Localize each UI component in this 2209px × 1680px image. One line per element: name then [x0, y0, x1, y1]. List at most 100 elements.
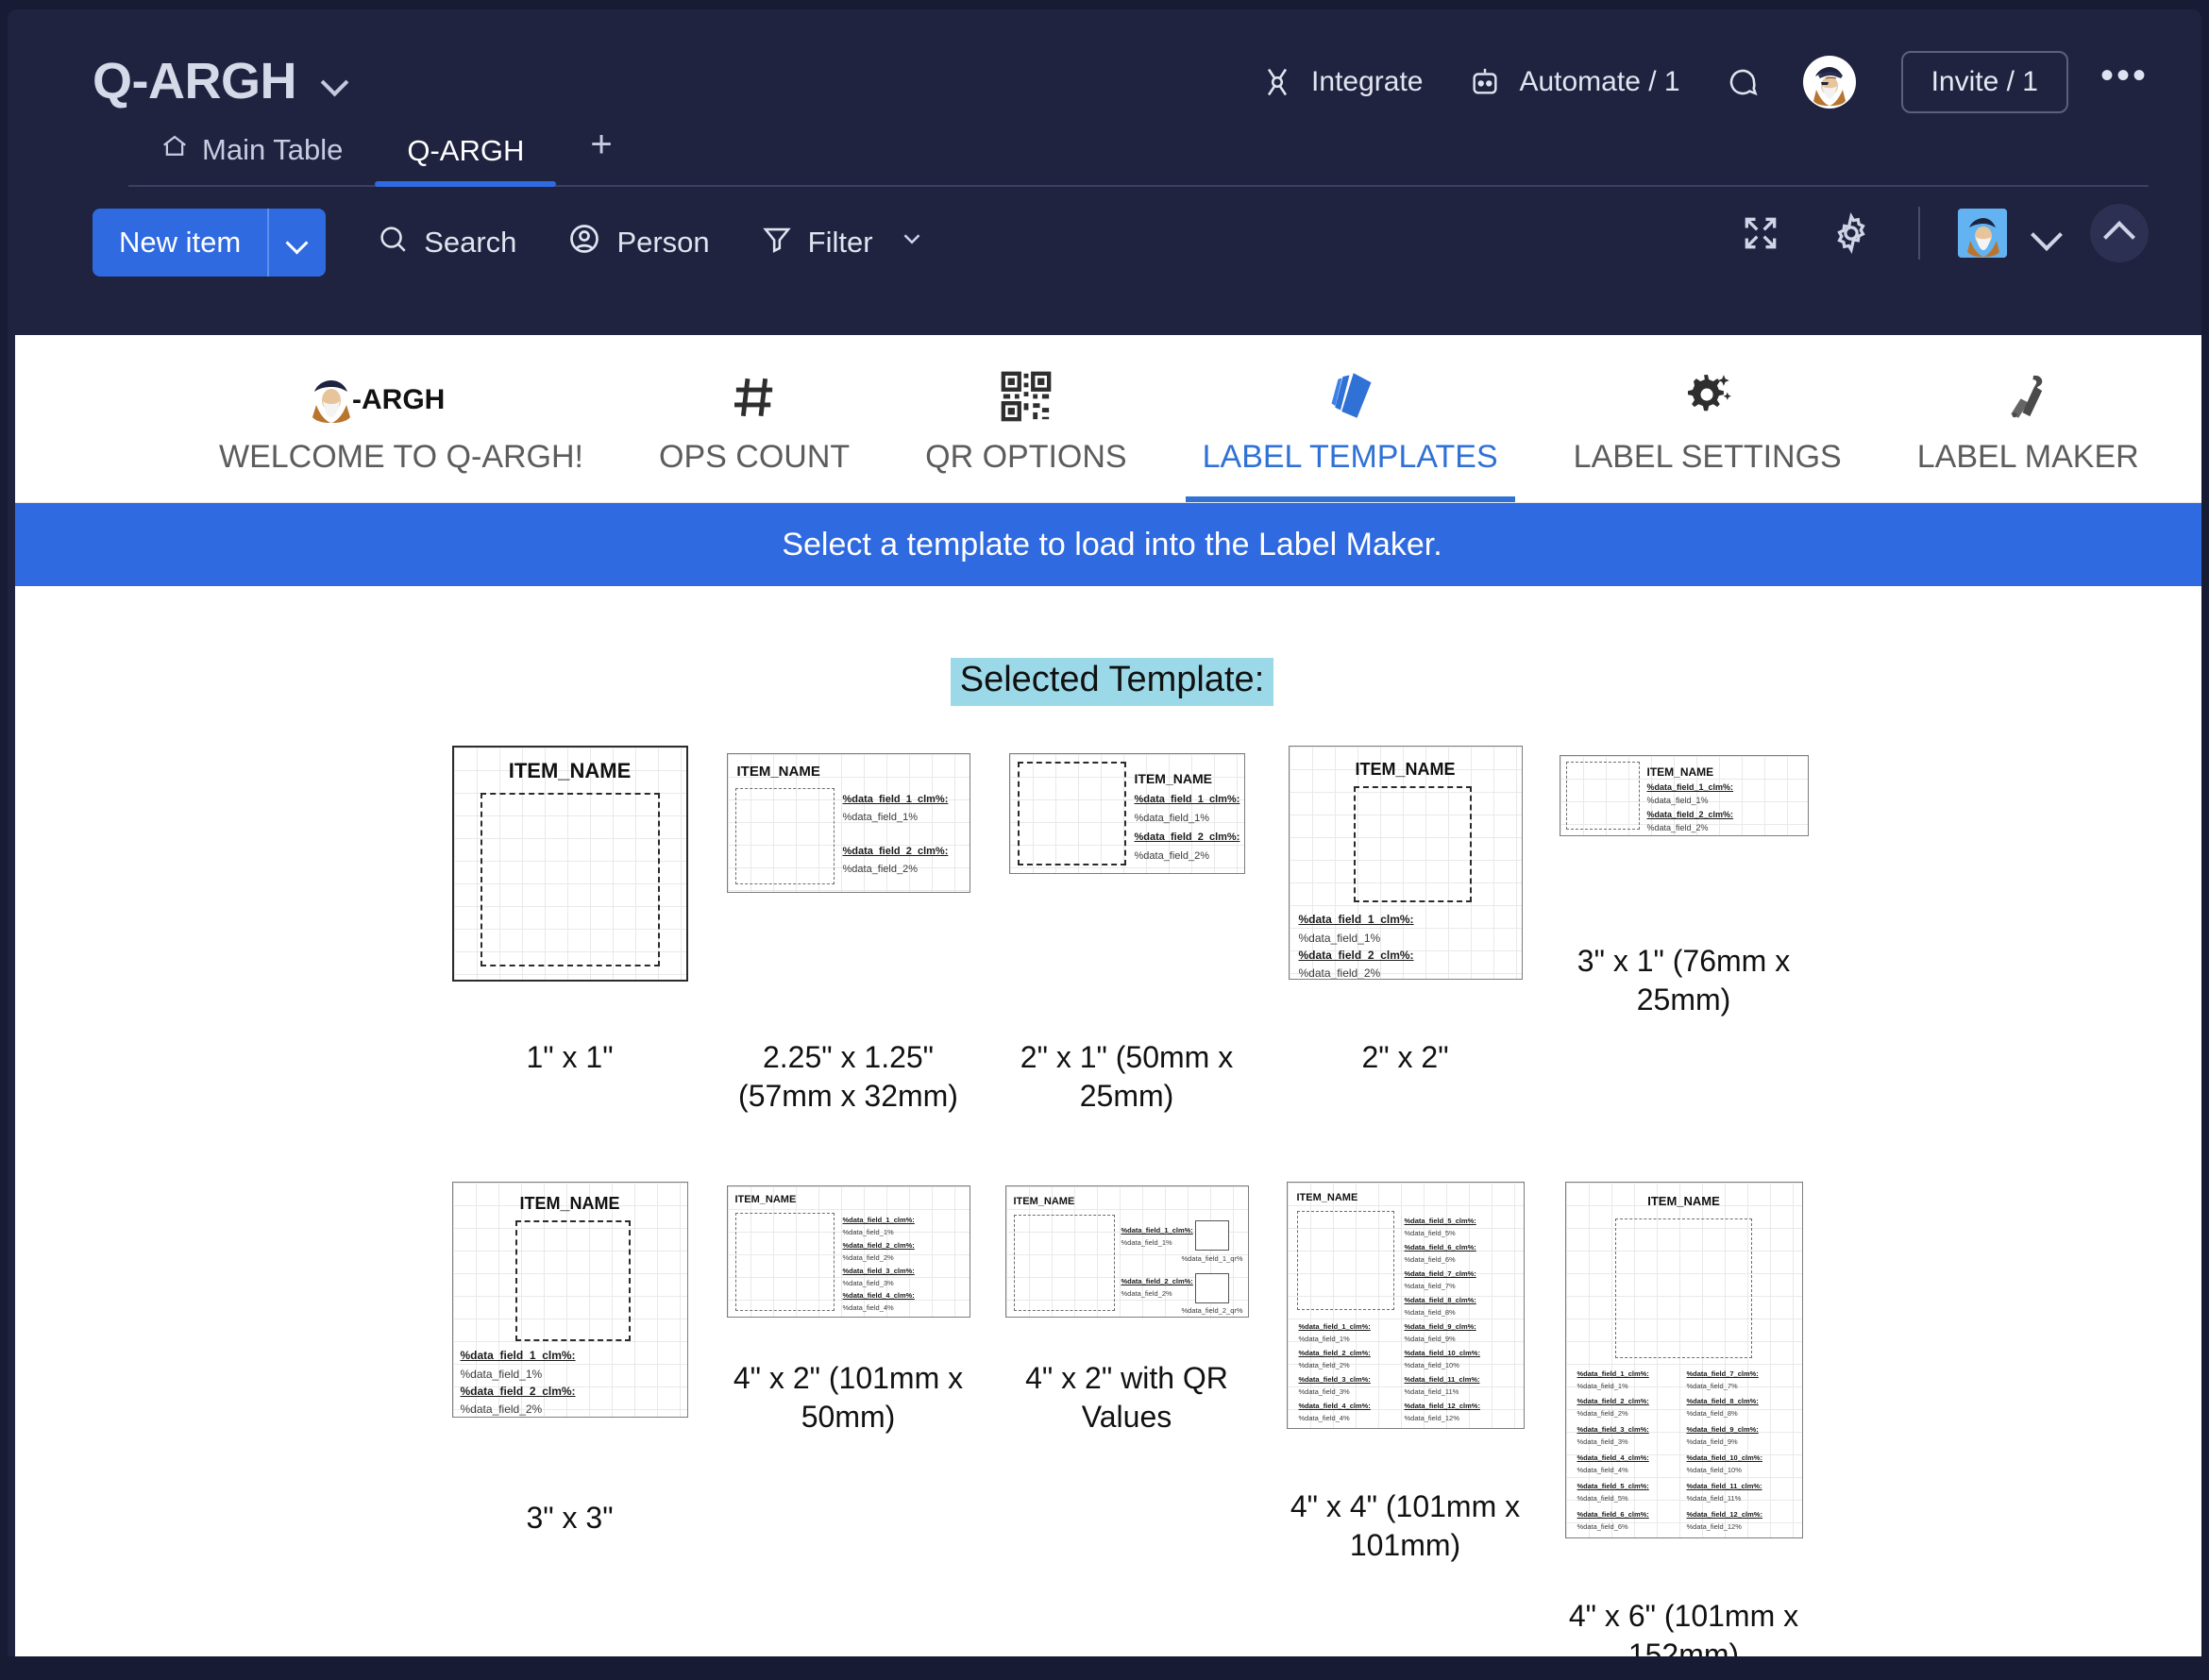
gear-icon[interactable] — [1828, 210, 1875, 257]
label-preview-4x6[interactable]: ITEM_NAME %data_field_1_clm%: %data_fiel… — [1564, 1181, 1803, 1538]
invite-button[interactable]: Invite / 1 — [1900, 51, 2068, 113]
template-thumb-holder: ITEM_NAME %data_field_1_clm%: %data_fiel… — [1544, 1181, 1823, 1538]
qr-value-label: %data_field_1_qr% — [1181, 1253, 1243, 1263]
field-key: %data_field_1_clm%: — [1646, 782, 1734, 792]
user-avatar[interactable] — [1958, 209, 2007, 258]
qr-placeholder — [734, 788, 835, 884]
chevron-down-icon — [287, 232, 308, 253]
template-card-2x1[interactable]: ITEM_NAME %data_field_1_clm%: %data_fiel… — [987, 746, 1266, 1116]
chat-button[interactable] — [1724, 63, 1762, 101]
qr-placeholder — [734, 1212, 835, 1311]
template-card-4x4[interactable]: ITEM_NAME %data_field_5_clm%: %data_fiel… — [1266, 1181, 1544, 1565]
selected-template-row: Selected Template: — [15, 658, 2201, 706]
window-bottom-strip — [0, 1656, 2209, 1680]
label-preview-2x1[interactable]: ITEM_NAME %data_field_1_clm%: %data_fiel… — [1008, 753, 1245, 874]
template-card-4x2-qr-values[interactable]: ITEM_NAME %data_field_1_clm%: %data_fiel… — [987, 1182, 1266, 1436]
label-preview-4x2-qr[interactable]: ITEM_NAME %data_field_1_clm%: %data_fiel… — [1004, 1184, 1249, 1318]
field-value: %data_field_1% — [1298, 1334, 1350, 1343]
field-value: %data_field_12% — [1404, 1413, 1459, 1422]
field-value: %data_field_2% — [842, 864, 919, 875]
tab-label-maker[interactable]: LABEL MAKER — [1880, 335, 2177, 502]
template-card-2x2[interactable]: ITEM_NAME %data_field_1_clm%: %data_fiel… — [1266, 746, 1544, 1077]
field-key: %data_field_11_clm%: — [1404, 1374, 1480, 1384]
integrate-icon — [1258, 63, 1296, 101]
field-key: %data_field_2_clm%: — [1646, 810, 1734, 819]
tab-q-argh[interactable]: Q-ARGH — [375, 134, 557, 187]
avatar[interactable] — [1802, 56, 1856, 109]
field-value: %data_field_2% — [1134, 850, 1210, 862]
label-item-name: ITEM_NAME — [1013, 1195, 1075, 1207]
collapse-chevron-up-button[interactable] — [2090, 204, 2149, 262]
tab-welcome[interactable]: -ARGH WELCOME TO Q-ARGH! — [181, 335, 621, 502]
label-preview-2-25x1-25[interactable]: ITEM_NAME %data_field_1_clm%: %data_fiel… — [726, 753, 970, 893]
label-item-name: ITEM_NAME — [1647, 1193, 1720, 1208]
field-key: %data_field_1_clm%: — [1577, 1369, 1649, 1378]
template-card-3x1[interactable]: ITEM_NAME %data_field_1_clm%: %data_fiel… — [1544, 746, 1823, 1019]
template-thumb-holder: ITEM_NAME %data_field_1_clm%: %data_fiel… — [709, 746, 987, 1029]
field-key: %data_field_2_clm%: — [1121, 1276, 1193, 1285]
tab-label-q-argh: Q-ARGH — [407, 134, 525, 167]
field-value: %data_field_4% — [1298, 1413, 1350, 1422]
field-value: %data_field_1% — [460, 1367, 543, 1381]
field-value: %data_field_1% — [1121, 1237, 1172, 1247]
app-body: -ARGH WELCOME TO Q-ARGH! OPS COUNT QR OP… — [15, 335, 2201, 1666]
field-value: %data_field_5% — [1577, 1493, 1628, 1503]
tab-label-welcome: WELCOME TO Q-ARGH! — [219, 439, 584, 475]
tab-qr-options[interactable]: QR OPTIONS — [887, 335, 1164, 502]
expand-arrows-icon[interactable] — [1737, 210, 1784, 257]
label-item-name: ITEM_NAME — [508, 759, 632, 782]
field-key: %data_field_8_clm%: — [1404, 1295, 1476, 1304]
field-key: %data_field_3_clm%: — [1298, 1374, 1371, 1384]
new-item-dropdown-button[interactable] — [267, 209, 327, 277]
field-value: %data_field_2% — [1646, 823, 1709, 832]
tab-label-settings[interactable]: LABEL SETTINGS — [1536, 335, 1880, 502]
banner-text: Select a template to load into the Label… — [782, 526, 1442, 563]
search-button[interactable]: Search — [377, 223, 516, 262]
field-value: %data_field_1% — [1646, 796, 1709, 805]
label-item-name: ITEM_NAME — [1355, 760, 1456, 779]
new-item-button[interactable]: New item — [93, 209, 327, 277]
user-chevron-down-icon[interactable] — [2028, 214, 2066, 252]
add-tab-button[interactable]: + — [556, 124, 636, 187]
new-item-label-wrap[interactable]: New item — [93, 209, 268, 277]
template-card-4x2[interactable]: ITEM_NAME %data_field_1_clm%: %data_fiel… — [709, 1182, 987, 1436]
template-card-4x6[interactable]: ITEM_NAME %data_field_1_clm%: %data_fiel… — [1544, 1181, 1823, 1662]
template-caption: 4" x 2" (101mm x 50mm) — [733, 1360, 964, 1434]
tab-label-templates[interactable]: LABEL TEMPLATES — [1165, 335, 1536, 502]
template-thumb-holder: ITEM_NAME %data_field_1_clm%: %data_fiel… — [430, 1181, 709, 1465]
field-key: %data_field_10_clm%: — [1686, 1453, 1762, 1462]
template-card-3x3[interactable]: ITEM_NAME %data_field_1_clm%: %data_fiel… — [430, 1181, 709, 1537]
sidebar-item-main-table[interactable]: Main Table — [128, 132, 375, 187]
field-key: %data_field_11_clm%: — [1686, 1481, 1762, 1490]
tab-label-qr-options: QR OPTIONS — [925, 439, 1127, 475]
field-key: %data_field_2_clm%: — [842, 846, 949, 857]
integrate-button[interactable]: Integrate — [1258, 63, 1423, 101]
qr-placeholder — [1353, 786, 1472, 902]
hash-icon — [728, 358, 781, 424]
automate-button[interactable]: Automate / 1 — [1466, 63, 1680, 101]
label-preview-3x1[interactable]: ITEM_NAME %data_field_1_clm%: %data_fiel… — [1559, 755, 1809, 836]
board-chevron-down-icon[interactable] — [321, 67, 349, 95]
label-item-name: ITEM_NAME — [1134, 771, 1212, 786]
tab-label-label-maker: LABEL MAKER — [1916, 439, 2139, 475]
field-key: %data_field_1_clm%: — [842, 794, 949, 805]
tab-label-label-settings: LABEL SETTINGS — [1573, 439, 1842, 475]
template-card-2-25x1-25[interactable]: ITEM_NAME %data_field_1_clm%: %data_fiel… — [709, 746, 987, 1116]
label-preview-2x2[interactable]: ITEM_NAME %data_field_1_clm%: %data_fiel… — [1288, 746, 1523, 980]
filter-chevron-down-icon[interactable] — [898, 225, 926, 260]
toolbar-right-actions — [1694, 204, 2149, 262]
field-key: %data_field_2_clm%: — [460, 1384, 576, 1398]
label-preview-1x1[interactable]: ITEM_NAME — [451, 746, 688, 982]
tab-ops-count[interactable]: OPS COUNT — [621, 335, 887, 502]
filter-label: Filter — [807, 226, 873, 259]
more-options-button[interactable]: ••• — [2100, 57, 2149, 98]
field-value: %data_field_7% — [1404, 1281, 1456, 1290]
label-preview-4x4[interactable]: ITEM_NAME %data_field_5_clm%: %data_fiel… — [1286, 1181, 1525, 1429]
template-card-1x1[interactable]: ITEM_NAME 1" x 1" — [430, 746, 709, 1077]
filter-button[interactable]: Filter — [761, 223, 926, 262]
person-filter-button[interactable]: Person — [567, 222, 710, 263]
field-value: %data_field_6% — [1404, 1254, 1456, 1264]
template-caption: 4" x 4" (101mm x 101mm) — [1290, 1488, 1521, 1562]
label-preview-3x3[interactable]: ITEM_NAME %data_field_1_clm%: %data_fiel… — [451, 1181, 688, 1418]
label-preview-4x2[interactable]: ITEM_NAME %data_field_1_clm%: %data_fiel… — [726, 1184, 970, 1318]
